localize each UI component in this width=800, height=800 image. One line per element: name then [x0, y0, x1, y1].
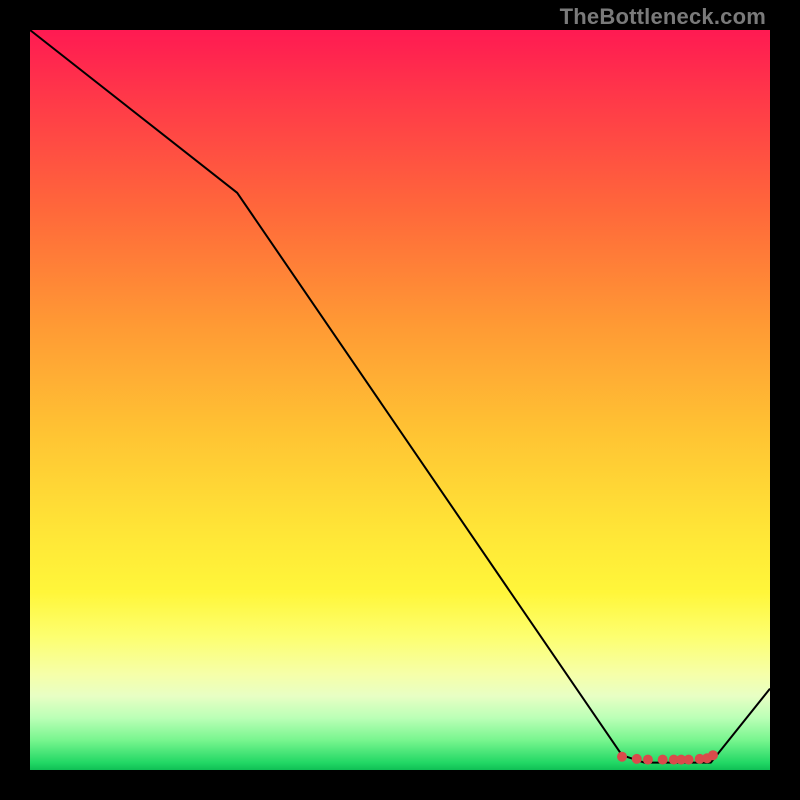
scatter-dot — [632, 754, 642, 764]
chart-overlay — [30, 30, 770, 770]
chart-frame: TheBottleneck.com — [0, 0, 800, 800]
watermark-text: TheBottleneck.com — [560, 4, 766, 30]
line-series — [30, 30, 770, 763]
scatter-dot — [708, 750, 718, 760]
scatter-dot — [643, 755, 653, 765]
scatter-dot — [684, 755, 694, 765]
scatter-dot — [658, 755, 668, 765]
scatter-dot — [617, 752, 627, 762]
